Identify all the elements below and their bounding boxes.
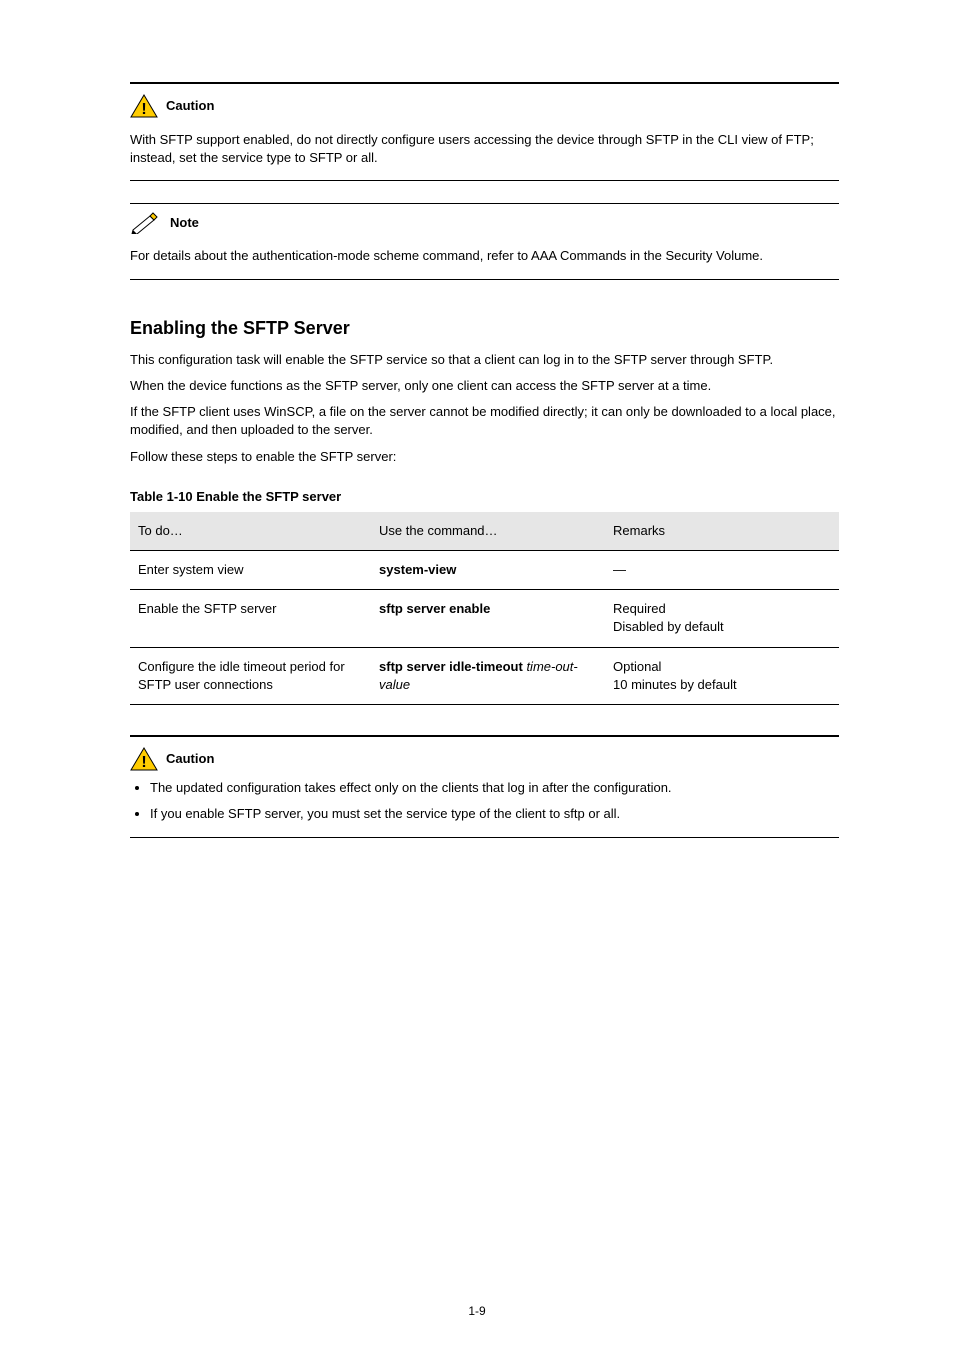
caution-icon: ! (130, 94, 158, 118)
caution-header: ! Caution (130, 747, 839, 771)
table-cell-cmd: sftp server enable (371, 590, 605, 647)
config-table: To do… Use the command… Remarks Enter sy… (130, 512, 839, 705)
caution-icon: ! (130, 747, 158, 771)
table-cell-cmd: system-view (371, 551, 605, 590)
section-procedure: Follow these steps to enable the SFTP se… (130, 448, 839, 466)
list-item: The updated configuration takes effect o… (150, 779, 839, 797)
divider (130, 279, 839, 280)
list-item: If you enable SFTP server, you must set … (150, 805, 839, 823)
table-cell-remarks: Optional 10 minutes by default (605, 647, 839, 704)
caution-label: Caution (166, 750, 214, 768)
svg-text:!: ! (141, 101, 146, 118)
page-container: ! Caution With SFTP support enabled, do … (0, 0, 954, 1350)
caution-body: With SFTP support enabled, do not direct… (130, 131, 839, 167)
table-cell-todo: Enable the SFTP server (130, 590, 371, 647)
table-header-cell: Remarks (605, 512, 839, 551)
caution-label: Caution (166, 97, 214, 115)
section-intro: This configuration task will enable the … (130, 351, 839, 369)
table-cell-todo: Configure the idle timeout period for SF… (130, 647, 371, 704)
divider (130, 203, 839, 204)
note-label: Note (170, 214, 199, 232)
table-cell-todo: Enter system view (130, 551, 371, 590)
table-cell-cmd: sftp server idle-timeout time-out-value (371, 647, 605, 704)
svg-text:!: ! (141, 754, 146, 771)
note-body: For details about the authentication-mod… (130, 247, 839, 265)
caution-header: ! Caution (130, 94, 839, 118)
table-cell-remarks: — (605, 551, 839, 590)
table-row: Configure the idle timeout period for SF… (130, 647, 839, 704)
section-note2: If the SFTP client uses WinSCP, a file o… (130, 403, 839, 439)
table-header-cell: Use the command… (371, 512, 605, 551)
note-header: Note (130, 212, 839, 234)
table-row: Enable the SFTP server sftp server enabl… (130, 590, 839, 647)
section-heading: Enabling the SFTP Server (130, 316, 839, 341)
caution-bullet-list: The updated configuration takes effect o… (150, 779, 839, 823)
table-header-cell: To do… (130, 512, 371, 551)
table-caption: Table 1-10 Enable the SFTP server (130, 488, 839, 506)
divider (130, 837, 839, 838)
divider (130, 735, 839, 737)
table-row: Enter system view system-view — (130, 551, 839, 590)
note-text: For details about the authentication-mod… (130, 248, 763, 263)
divider (130, 180, 839, 181)
section-note1: When the device functions as the SFTP se… (130, 377, 839, 395)
note-icon (130, 212, 162, 234)
table-cell-remarks: Required Disabled by default (605, 590, 839, 647)
divider (130, 82, 839, 84)
table-header-row: To do… Use the command… Remarks (130, 512, 839, 551)
page-number: 1-9 (0, 1303, 954, 1320)
